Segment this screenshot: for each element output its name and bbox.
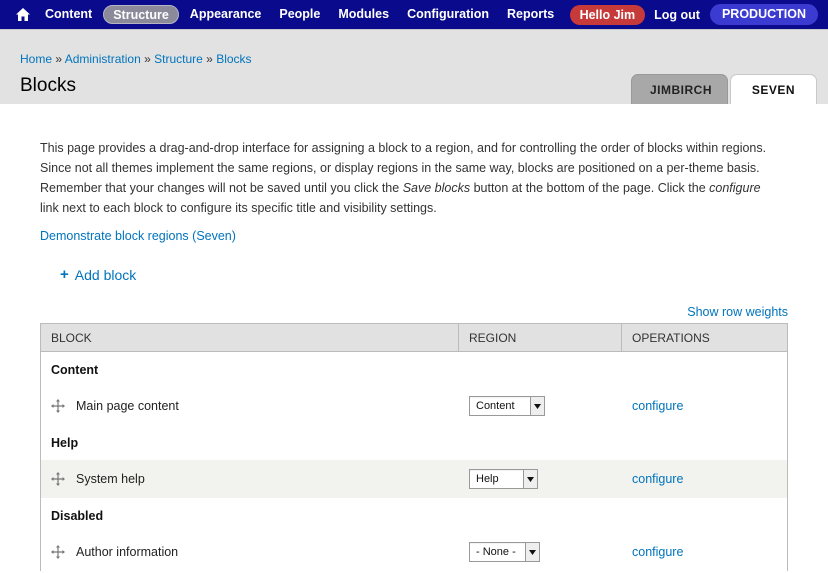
- block-name: System help: [76, 472, 145, 486]
- region-heading-disabled: Disabled: [51, 508, 104, 523]
- intro-part-2: button at the bottom of the page. Click …: [470, 181, 710, 195]
- region-select-value: Help: [476, 473, 499, 485]
- tab-seven[interactable]: SEVEN: [730, 74, 817, 104]
- toolbar-item-configuration[interactable]: Configuration: [398, 5, 498, 24]
- region-heading-content: Content: [51, 362, 99, 377]
- breadcrumb: Home » Administration » Structure » Bloc…: [20, 52, 252, 66]
- configure-link[interactable]: configure: [622, 472, 787, 486]
- toolbar-item-content[interactable]: Content: [36, 5, 101, 24]
- page-header: Home » Administration » Structure » Bloc…: [0, 29, 828, 104]
- column-header-region: REGION: [459, 324, 622, 351]
- theme-tabs: JIMBIRCH SEVEN: [629, 74, 817, 104]
- toolbar-item-structure[interactable]: Structure: [103, 5, 179, 24]
- page-title: Blocks: [20, 75, 76, 96]
- environment-badge[interactable]: PRODUCTION: [709, 4, 818, 25]
- table-row: System help Help configure: [41, 460, 787, 498]
- table-row: Author information - None - configure: [41, 533, 787, 571]
- intro-text: This page provides a drag-and-drop inter…: [40, 138, 780, 218]
- breadcrumb-blocks[interactable]: Blocks: [216, 52, 251, 66]
- block-cell: System help: [41, 472, 459, 486]
- logout-link[interactable]: Log out: [654, 8, 700, 22]
- table-row: Main page content Content configure: [41, 387, 787, 425]
- intro-configure: configure: [709, 181, 761, 195]
- show-row-weights-link[interactable]: Show row weights: [687, 305, 788, 319]
- breadcrumb-separator: »: [55, 52, 63, 66]
- admin-toolbar: Content Structure Appearance People Modu…: [0, 0, 828, 29]
- block-name: Main page content: [76, 399, 179, 413]
- drag-handle-icon[interactable]: [51, 472, 65, 486]
- region-select[interactable]: - None -: [469, 542, 540, 562]
- demonstrate-regions-link[interactable]: Demonstrate block regions (Seven): [40, 229, 236, 243]
- caret-down-icon: [530, 397, 544, 415]
- intro-save-blocks: Save blocks: [402, 181, 471, 195]
- blocks-table: BLOCK REGION OPERATIONS Content Main pag…: [40, 323, 788, 571]
- toolbar-item-reports[interactable]: Reports: [498, 5, 563, 24]
- region-select-value: - None -: [476, 546, 516, 558]
- column-header-block: BLOCK: [41, 324, 459, 351]
- caret-down-icon: [525, 543, 539, 561]
- user-greeting-button[interactable]: Hello Jim: [569, 4, 646, 25]
- region-heading-help: Help: [51, 435, 79, 450]
- plus-icon: +: [60, 266, 69, 283]
- column-header-operations: OPERATIONS: [632, 331, 710, 345]
- block-name: Author information: [76, 545, 179, 559]
- toolbar-item-appearance[interactable]: Appearance: [181, 5, 271, 24]
- block-cell: Author information: [41, 545, 459, 559]
- breadcrumb-structure[interactable]: Structure: [154, 52, 203, 66]
- region-select[interactable]: Help: [469, 469, 538, 489]
- configure-link[interactable]: configure: [622, 399, 787, 413]
- add-block-link[interactable]: + Add block: [60, 266, 136, 283]
- tab-jimbirch[interactable]: JIMBIRCH: [631, 74, 728, 104]
- breadcrumb-administration[interactable]: Administration: [65, 52, 141, 66]
- intro-part-3: link next to each block to configure its…: [40, 201, 437, 215]
- add-block-label: Add block: [74, 266, 137, 283]
- region-select[interactable]: Content: [469, 396, 545, 416]
- breadcrumb-home[interactable]: Home: [20, 52, 52, 66]
- region-cell: - None -: [459, 542, 622, 562]
- configure-link[interactable]: configure: [622, 545, 787, 559]
- home-icon[interactable]: [10, 0, 36, 29]
- region-select-value: Content: [476, 400, 515, 412]
- caret-down-icon: [523, 470, 537, 488]
- drag-handle-icon[interactable]: [51, 399, 65, 413]
- region-cell: Help: [459, 469, 622, 489]
- drag-handle-icon[interactable]: [51, 545, 65, 559]
- region-cell: Content: [459, 396, 622, 416]
- breadcrumb-separator: »: [206, 52, 213, 66]
- breadcrumb-separator: »: [144, 52, 151, 66]
- toolbar-item-people[interactable]: People: [270, 5, 329, 24]
- block-cell: Main page content: [41, 399, 459, 413]
- table-header: BLOCK REGION OPERATIONS: [41, 324, 787, 352]
- toolbar-item-modules[interactable]: Modules: [329, 5, 398, 24]
